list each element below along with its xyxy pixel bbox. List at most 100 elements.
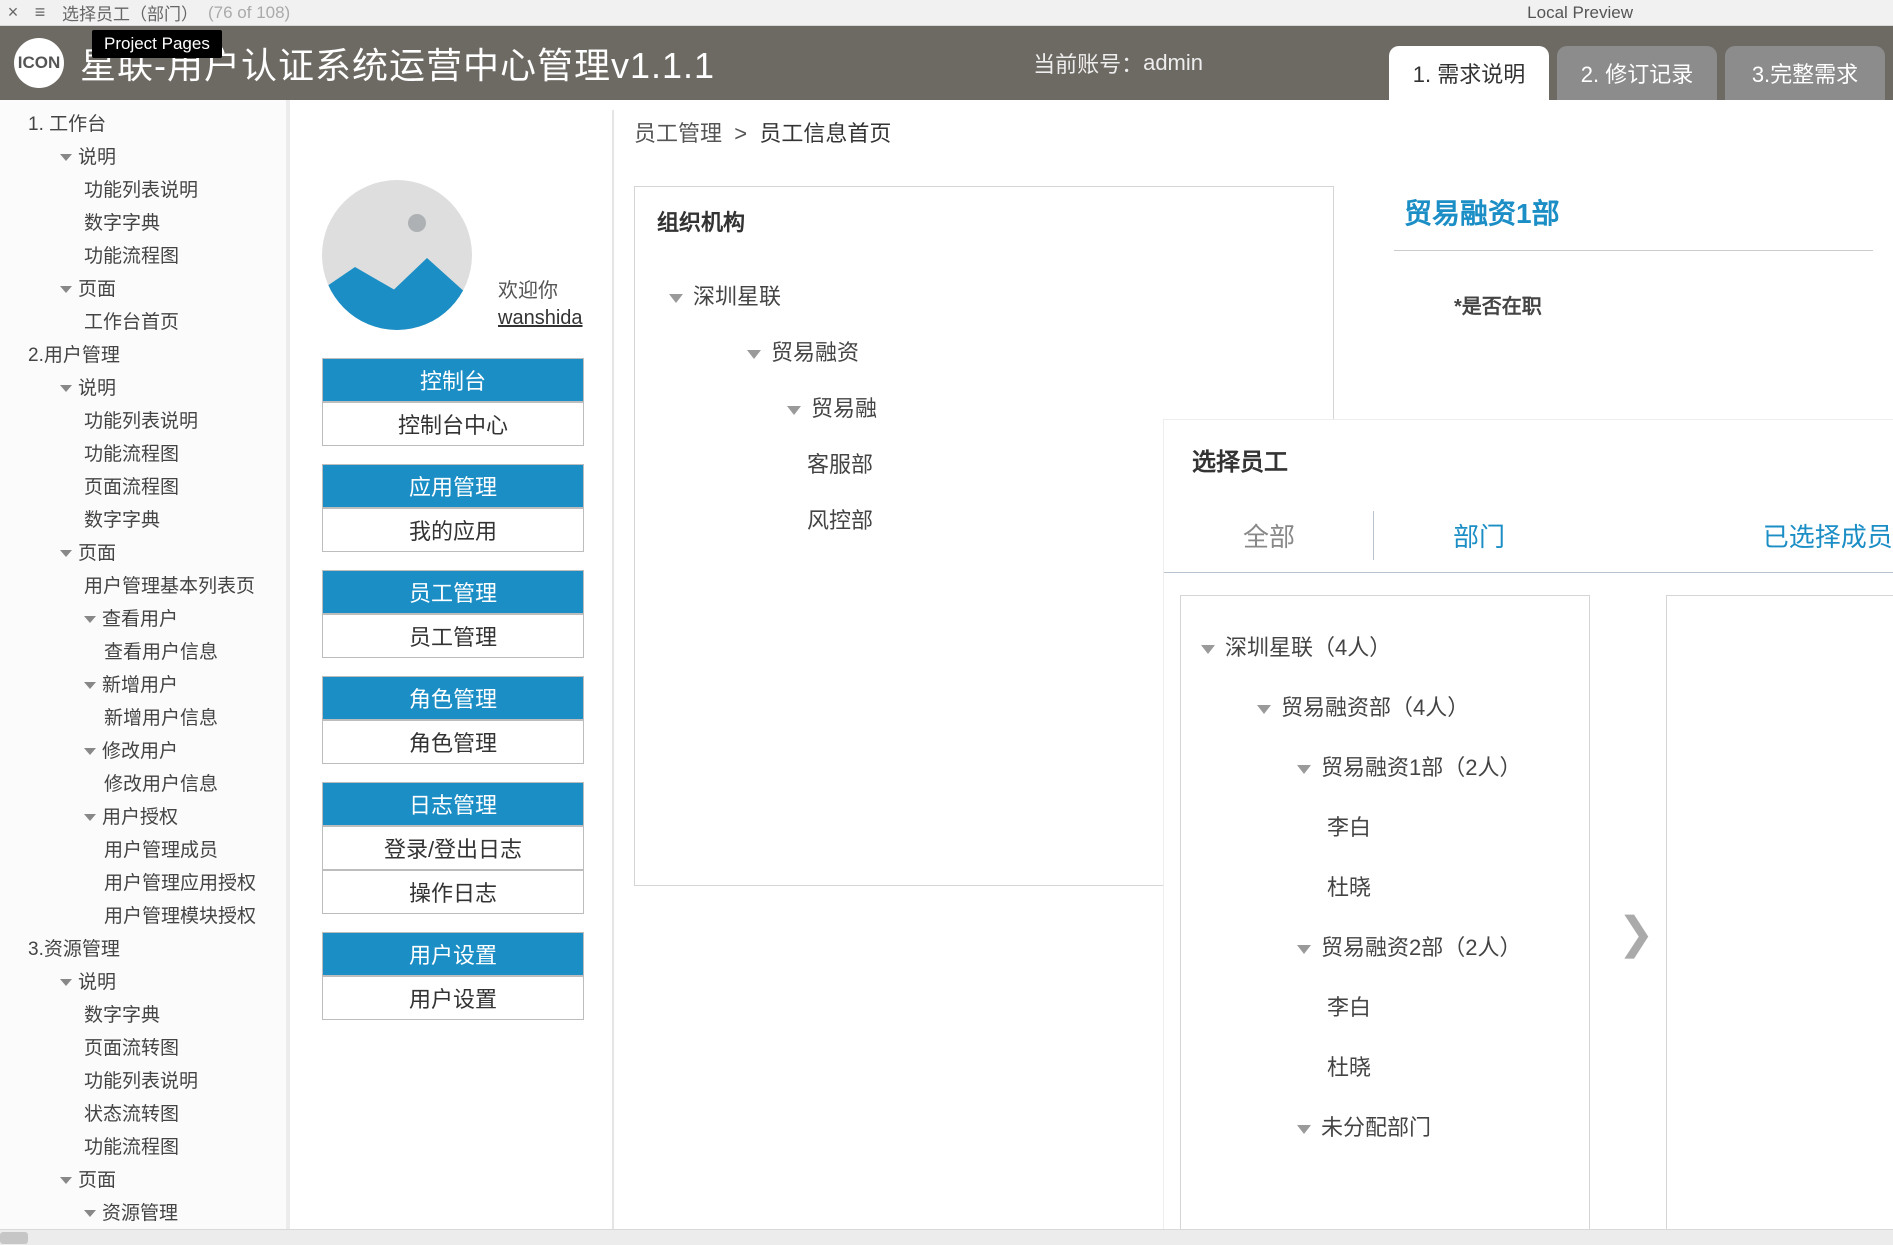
tree-item[interactable]: 数字字典	[0, 205, 286, 238]
modal-left-col[interactable]: 深圳星联（4人）贸易融资部（4人）贸易融资1部（2人）李白杜晓贸易融资2部（2人…	[1180, 595, 1590, 1229]
header-tab-revisions[interactable]: 2. 修订记录	[1557, 46, 1717, 100]
page-tree[interactable]: 1. 工作台说明功能列表说明数字字典功能流程图页面工作台首页2.用户管理说明功能…	[0, 100, 290, 1229]
employee-tree-item[interactable]: 深圳星联（4人）	[1197, 616, 1573, 676]
tree-item[interactable]: 用户管理模块授权	[0, 898, 286, 931]
tree-item[interactable]: 功能流程图	[0, 1129, 286, 1162]
employee-tree-label: 杜晓	[1327, 1055, 1371, 1080]
header-tab-requirements[interactable]: 1. 需求说明	[1389, 46, 1549, 100]
tree-item[interactable]: 页面	[0, 1162, 286, 1195]
employee-tree-item[interactable]: 贸易融资2部（2人）	[1197, 916, 1573, 976]
hamburger-icon[interactable]: ≡	[26, 2, 54, 23]
menu-item[interactable]: 控制台中心	[322, 402, 584, 446]
employee-tree-label: 李白	[1327, 995, 1371, 1020]
employee-tree-label: 贸易融资1部（2人）	[1321, 755, 1521, 780]
modal-tab-all[interactable]: 全部	[1164, 499, 1374, 572]
tree-item-label: 用户管理模块授权	[104, 906, 256, 927]
menu-head[interactable]: 角色管理	[322, 676, 584, 720]
employee-tree-item[interactable]: 贸易融资部（4人）	[1197, 676, 1573, 736]
caret-down-icon	[84, 814, 96, 821]
header-tab-full[interactable]: 3.完整需求	[1725, 46, 1885, 100]
tree-item[interactable]: 说明	[0, 370, 286, 403]
triangle-icon	[747, 350, 761, 359]
tree-item[interactable]: 数字字典	[0, 502, 286, 535]
tree-item[interactable]: 用户管理基本列表页	[0, 568, 286, 601]
menu-head[interactable]: 应用管理	[322, 464, 584, 508]
tree-item[interactable]: 用户管理应用授权	[0, 865, 286, 898]
tree-item[interactable]: 工作台首页	[0, 304, 286, 337]
org-item[interactable]: 贸易融资	[657, 323, 1311, 379]
menu-item[interactable]: 操作日志	[322, 870, 584, 914]
horizontal-scrollbar[interactable]	[0, 1229, 1893, 1245]
org-item[interactable]: 深圳星联	[657, 267, 1311, 323]
caret-down-icon	[60, 979, 72, 986]
tree-item-label: 查看用户	[102, 609, 178, 630]
tree-item-label: 资源管理	[102, 1203, 178, 1224]
tree-item[interactable]: 3.资源管理	[0, 931, 286, 964]
menu-item[interactable]: 登录/登出日志	[322, 826, 584, 870]
menu-item[interactable]: 角色管理	[322, 720, 584, 764]
employee-tree-item[interactable]: 李白	[1197, 976, 1573, 1036]
tree-item-label: 新增用户信息	[104, 708, 218, 729]
tree-item[interactable]: 数字字典	[0, 997, 286, 1030]
app-logo-icon: ICON	[14, 38, 64, 88]
selected-count: 已选择成员（0人）	[1584, 499, 1893, 572]
tree-item[interactable]: 状态流转图	[0, 1096, 286, 1129]
tree-item[interactable]: 2.用户管理	[0, 337, 286, 370]
tree-item[interactable]: 功能列表说明	[0, 1063, 286, 1096]
tooltip-project-pages: Project Pages	[92, 30, 222, 58]
menu-head[interactable]: 控制台	[322, 358, 584, 402]
tree-item[interactable]: 用户授权	[0, 799, 286, 832]
tree-item[interactable]: 修改用户	[0, 733, 286, 766]
tree-item[interactable]: 新增用户信息	[0, 700, 286, 733]
breadcrumb: 员工管理 > 员工信息首页	[634, 116, 891, 148]
org-item-label: 客服部	[807, 452, 873, 477]
tree-item[interactable]: 说明	[0, 964, 286, 997]
tree-item[interactable]: 用户管理成员	[0, 832, 286, 865]
triangle-icon	[1257, 705, 1271, 714]
tree-item[interactable]: 查看用户信息	[0, 634, 286, 667]
tree-item[interactable]: 页面	[0, 535, 286, 568]
tree-item-label: 页面流转图	[84, 1038, 179, 1059]
breadcrumb-a[interactable]: 员工管理	[634, 121, 722, 146]
tree-item[interactable]: 页面流转图	[0, 1030, 286, 1063]
employee-tree-item[interactable]: 未分配部门	[1197, 1096, 1573, 1156]
arrow-right-icon[interactable]: ❯	[1618, 908, 1655, 959]
tree-item[interactable]: 新增用户	[0, 667, 286, 700]
scrollbar-thumb[interactable]	[0, 1232, 28, 1244]
employee-tree-label: 杜晓	[1327, 875, 1371, 900]
employee-tree-item[interactable]: 杜晓	[1197, 1036, 1573, 1096]
modal-right-col[interactable]	[1666, 595, 1893, 1229]
employee-tree-label: 贸易融资部（4人）	[1281, 695, 1469, 720]
menu-item[interactable]: 员工管理	[322, 614, 584, 658]
tree-item-label: 用户授权	[102, 807, 178, 828]
tree-item[interactable]: 功能流程图	[0, 238, 286, 271]
tree-item-label: 工作台首页	[84, 312, 179, 333]
tree-item[interactable]: 修改用户信息	[0, 766, 286, 799]
menu-item[interactable]: 我的应用	[322, 508, 584, 552]
tree-item[interactable]: 查看用户	[0, 601, 286, 634]
tree-item[interactable]: 说明	[0, 139, 286, 172]
tree-item-label: 功能流程图	[84, 246, 179, 267]
menu-item[interactable]: 用户设置	[322, 976, 584, 1020]
tree-item[interactable]: 页面流程图	[0, 469, 286, 502]
tree-item[interactable]: 页面	[0, 271, 286, 304]
dept-header: 贸易融资1部	[1394, 186, 1873, 251]
account-info: 当前账号： admin	[1033, 26, 1203, 100]
employee-tree-item[interactable]: 杜晓	[1197, 856, 1573, 916]
menu-head[interactable]: 用户设置	[322, 932, 584, 976]
tree-item[interactable]: 1. 工作台	[0, 106, 286, 139]
username-link[interactable]: wanshida	[498, 307, 583, 330]
tree-item-label: 功能流程图	[84, 1137, 179, 1158]
tree-item[interactable]: 功能列表说明	[0, 172, 286, 205]
menu-head[interactable]: 日志管理	[322, 782, 584, 826]
tree-item[interactable]: 资源管理	[0, 1195, 286, 1228]
employee-tree-item[interactable]: 贸易融资1部（2人）	[1197, 736, 1573, 796]
close-icon[interactable]: ×	[0, 2, 26, 23]
menu-head[interactable]: 员工管理	[322, 570, 584, 614]
employee-tree-item[interactable]: 李白	[1197, 796, 1573, 856]
tree-item[interactable]: 功能流程图	[0, 436, 286, 469]
org-item-label: 贸易融资	[771, 340, 859, 365]
modal-tab-dept[interactable]: 部门	[1374, 499, 1584, 572]
tree-item[interactable]: 功能列表说明	[0, 403, 286, 436]
breadcrumb-b: 员工信息首页	[759, 121, 891, 146]
